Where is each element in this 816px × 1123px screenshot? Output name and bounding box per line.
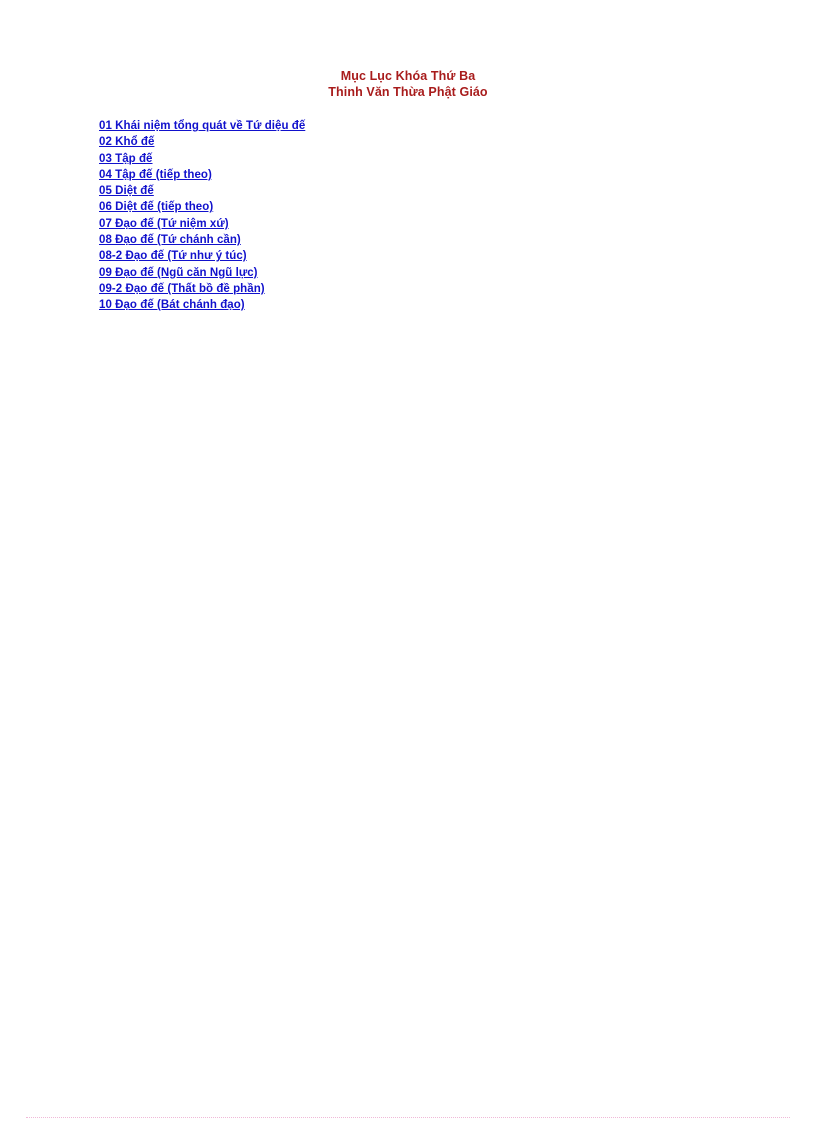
toc-link-02[interactable]: 02 Khổ đế [99,134,154,150]
title-line-2: Thinh Văn Thừa Phật Giáo [328,85,488,99]
toc-link-06[interactable]: 06 Diệt đế (tiếp theo) [99,199,213,215]
toc-link-03[interactable]: 03 Tập đế [99,151,153,167]
toc-link-07[interactable]: 07 Đạo đế (Tứ niệm xứ) [99,216,229,232]
title-line-1: Mục Lục Khóa Thứ Ba [340,69,476,83]
document-title: Mục Lục Khóa Thứ Ba Thinh Văn Thừa Phật … [0,68,816,100]
toc-link-01[interactable]: 01 Khái niệm tổng quát về Tứ diệu đế [99,118,305,134]
document-page: Mục Lục Khóa Thứ Ba Thinh Văn Thừa Phật … [0,0,816,1123]
toc-link-09-2[interactable]: 09-2 Đạo đế (Thất bồ đề phần) [99,281,265,297]
toc-link-09[interactable]: 09 Đạo đế (Ngũ căn Ngũ lực) [99,265,258,281]
toc-link-10[interactable]: 10 Đạo đế (Bát chánh đạo) [99,297,245,313]
toc-link-04[interactable]: 04 Tập đế (tiếp theo) [99,167,212,183]
toc-link-08[interactable]: 08 Đạo đế (Tứ chánh cần) [99,232,241,248]
toc-link-05[interactable]: 05 Diệt đế [99,183,154,199]
table-of-contents: 01 Khái niệm tổng quát về Tứ diệu đế 02 … [99,118,699,314]
toc-link-08-2[interactable]: 08-2 Đạo đế (Tứ như ý túc) [99,248,247,264]
footer-divider [26,1117,790,1118]
